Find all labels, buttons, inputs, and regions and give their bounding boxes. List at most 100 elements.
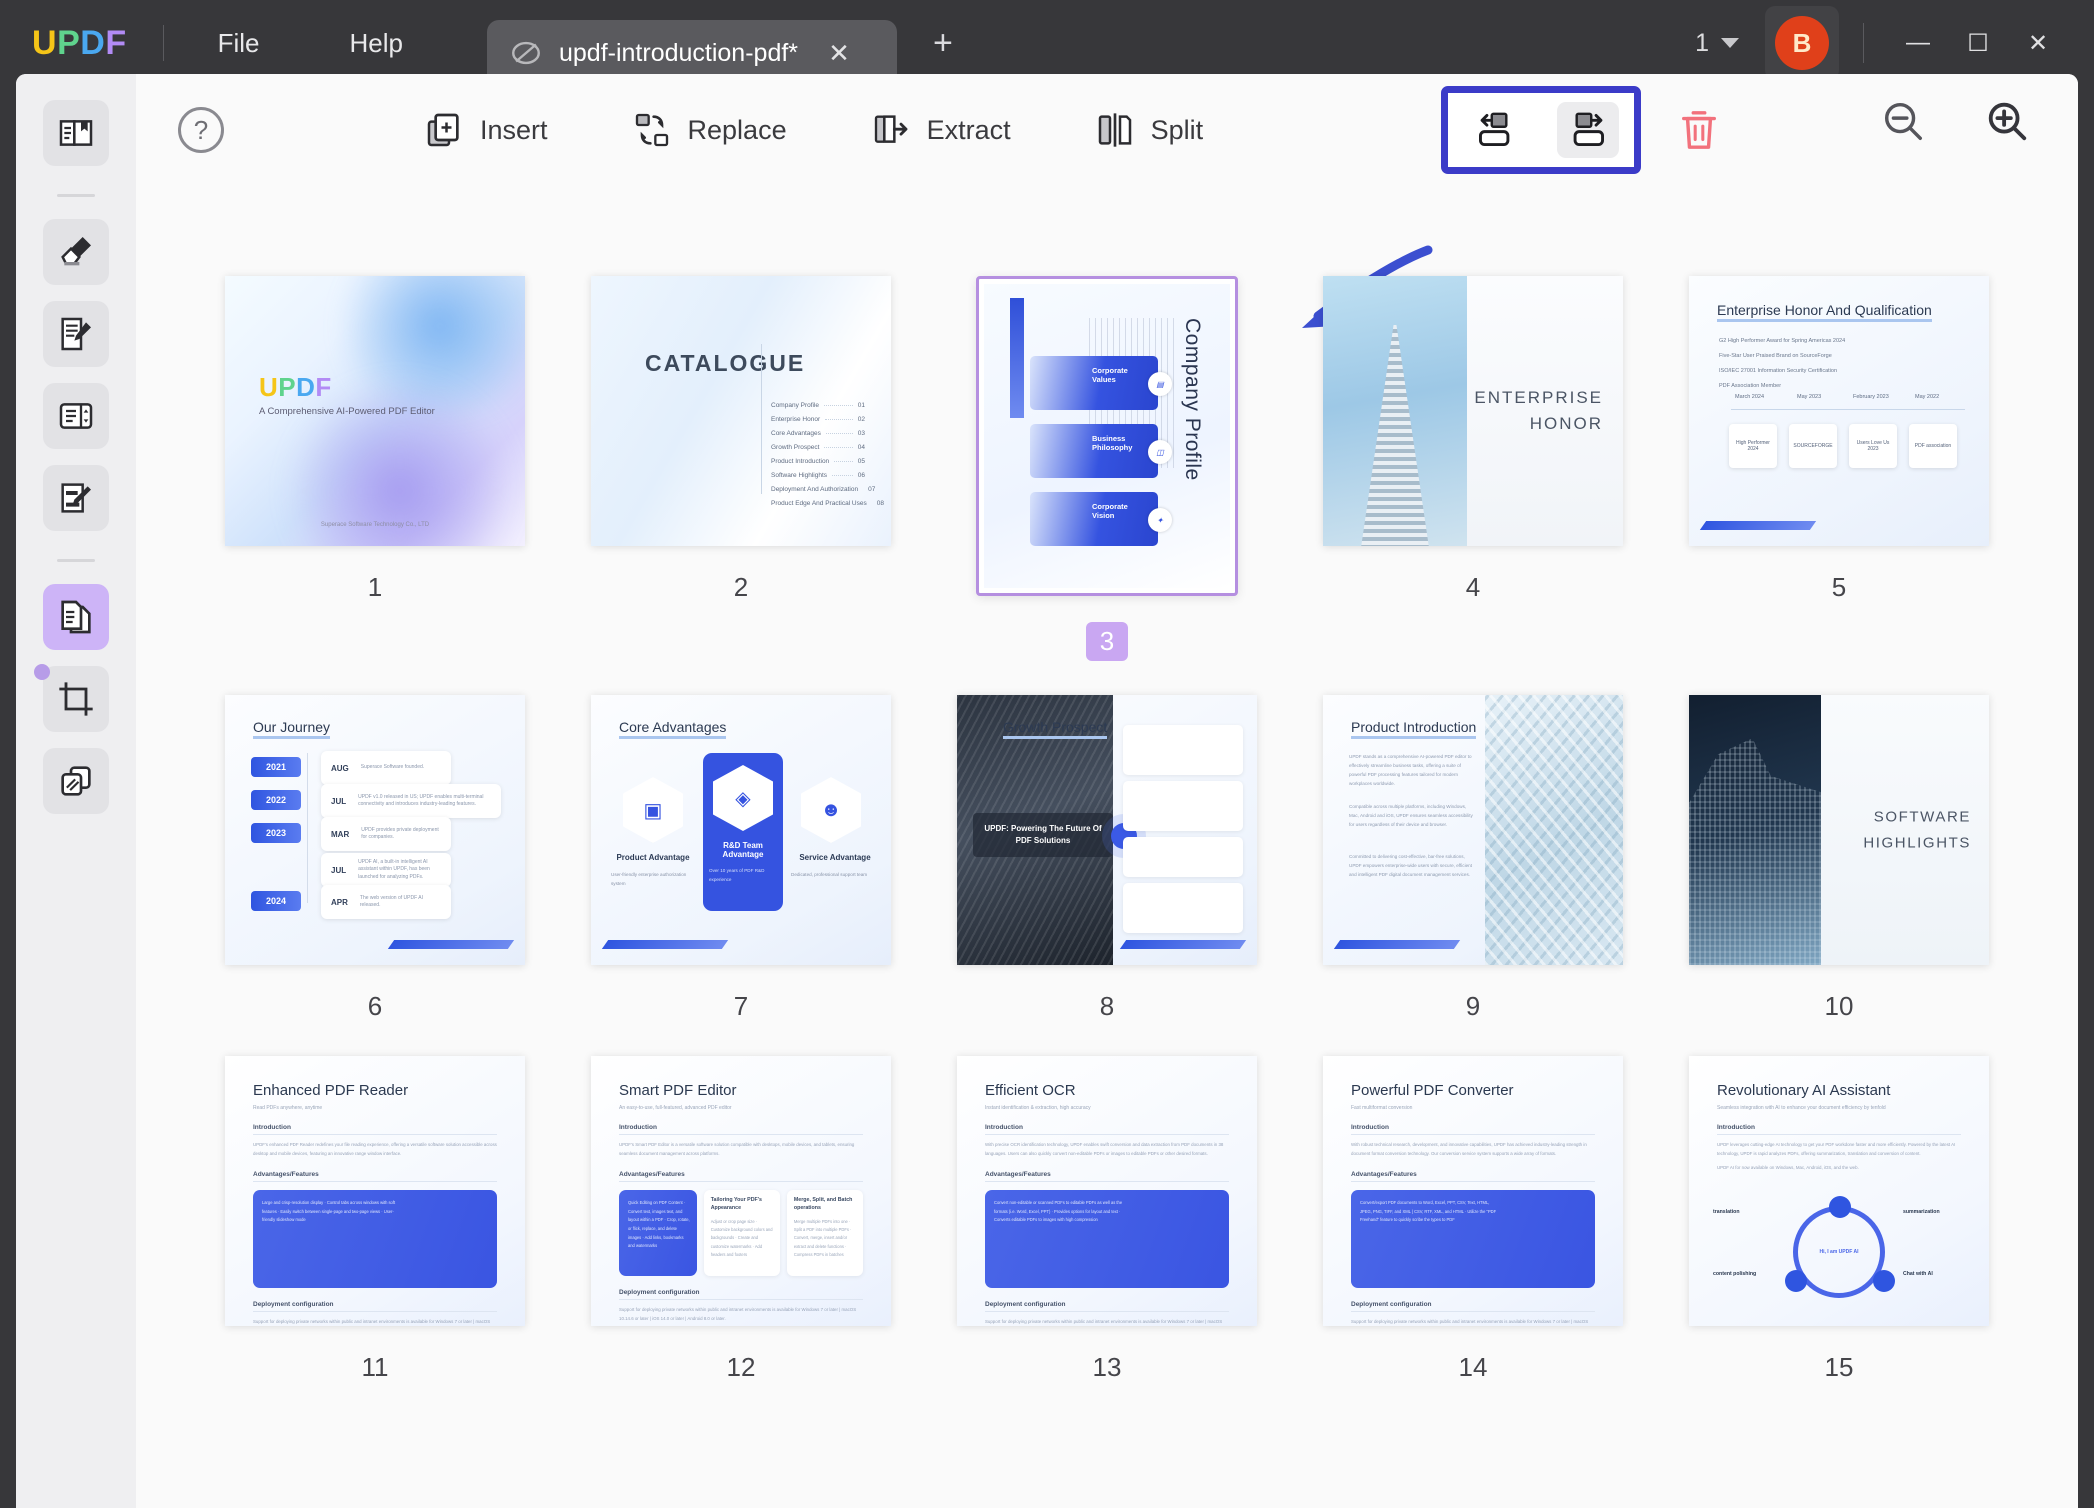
page-cell-1[interactable]: UPDF A Comprehensive AI-Powered PDF Edit… — [225, 276, 525, 661]
toc-label: Growth Prospect — [771, 444, 820, 451]
page-thumbnail-15[interactable]: Revolutionary AI Assistant Seamless inte… — [1689, 1056, 1989, 1326]
page-cell-2[interactable]: CATALOGUE Company Profile 01 Enterprise H… — [591, 276, 891, 661]
journey-year: 2022 — [251, 790, 301, 810]
page-thumbnail-10[interactable]: SOFTWARE HIGHLIGHTS — [1689, 695, 1989, 965]
page-thumbnail-6[interactable]: Our Journey 2021 AUG Superace Software f… — [225, 695, 525, 965]
page-thumbnail-7[interactable]: Core Advantages ▣ ◈ ☻ Product Advantage … — [591, 695, 891, 965]
page-thumbnail-5[interactable]: Enterprise Honor And Qualification G2 Hi… — [1689, 276, 1989, 546]
thumbnail-row: UPDF A Comprehensive AI-Powered PDF Edit… — [136, 276, 2078, 661]
replace-button[interactable]: Replace — [632, 110, 787, 150]
doc-feature-panel: Large and crisp-resolution display · Con… — [253, 1190, 497, 1289]
sidebar-item-annotate[interactable] — [43, 219, 109, 285]
split-button[interactable]: Split — [1095, 110, 1203, 150]
sidebar-item-sign[interactable] — [43, 465, 109, 531]
journey-year: 2024 — [251, 891, 301, 911]
doc-feature-bullets: Large and crisp-resolution display · Con… — [262, 1200, 396, 1223]
rotate-right-button[interactable] — [1556, 102, 1619, 158]
sidebar-item-convert[interactable] — [43, 748, 109, 814]
toc-label: Deployment And Authorization — [771, 486, 859, 493]
doc-side-body: Adjust or crop page size · Customize bac… — [710, 1219, 773, 1257]
doc-side-card: Merge, Split, and Batch operations Merge… — [786, 1190, 863, 1277]
page-cell-11[interactable]: Enhanced PDF Reader Read PDFs anywhere, … — [225, 1056, 525, 1383]
insert-label: Insert — [480, 114, 548, 145]
page-thumbnail-9[interactable]: Product Introduction UPDF stands as a co… — [1323, 695, 1623, 965]
thumbnail-frame: UPDF A Comprehensive AI-Powered PDF Edit… — [225, 276, 525, 546]
doc-section-heading: Deployment configuration — [253, 1301, 497, 1313]
close-window-button[interactable]: ✕ — [2008, 16, 2068, 70]
zoom-in-icon[interactable] — [1984, 98, 2030, 144]
page-thumbnail-14[interactable]: Powerful PDF Converter Fast multiformat … — [1323, 1056, 1623, 1326]
page-cell-3[interactable]: Company Profile Corporate Values ▤ Busin… — [957, 276, 1257, 661]
delete-pages-button[interactable] — [1671, 102, 1727, 158]
extract-button[interactable]: Extract — [871, 110, 1011, 150]
hq-title: Enterprise Honor And Qualification — [1717, 302, 1932, 322]
doc-paragraph: Support for deploying private networks w… — [619, 1307, 857, 1321]
insert-page-icon — [427, 113, 459, 147]
toc-page: 04 — [857, 444, 865, 451]
page-thumbnail-4[interactable]: ENTERPRISE HONOR — [1323, 276, 1623, 546]
window-count-dropdown[interactable]: 1 — [1695, 29, 1739, 58]
sidebar-item-organize-pages[interactable] — [43, 584, 109, 650]
ai-label-translation: translation — [1713, 1208, 1779, 1218]
page-thumbnail-12[interactable]: Smart PDF Editor An easy-to-use, full-fe… — [591, 1056, 891, 1326]
profile-card-icon: ◫ — [1148, 440, 1172, 464]
page-cell-9[interactable]: Product Introduction UPDF stands as a co… — [1323, 695, 1623, 1022]
hq-bullet: Five-Star User Praised Brand on SourceFo… — [1719, 353, 1832, 359]
page-thumbnail-11[interactable]: Enhanced PDF Reader Read PDFs anywhere, … — [225, 1056, 525, 1326]
page-thumbnail-1[interactable]: UPDF A Comprehensive AI-Powered PDF Edit… — [225, 276, 525, 546]
toc-dots — [824, 405, 853, 406]
growth-card — [1123, 725, 1243, 775]
zoom-out-icon[interactable] — [1880, 98, 1926, 144]
journey-spine — [307, 753, 308, 903]
left-sidebar — [16, 74, 136, 1508]
list-item: Company Profile 01 — [771, 402, 865, 409]
page-cell-7[interactable]: Core Advantages ▣ ◈ ☻ Product Advantage … — [591, 695, 891, 1022]
page-cell-8[interactable]: Growth Prospect UPDF: Powering The Futur… — [957, 695, 1257, 1022]
page-thumbnail-8[interactable]: Growth Prospect UPDF: Powering The Futur… — [957, 695, 1257, 965]
journey-card: AUG Superace Software founded. — [321, 751, 451, 785]
menu-help[interactable]: Help — [322, 20, 431, 67]
product-intro-paragraph: UPDF stands as a comprehensive AI-powere… — [1349, 754, 1472, 786]
thumbnail-frame: Core Advantages ▣ ◈ ☻ Product Advantage … — [591, 695, 891, 965]
page-cell-10[interactable]: SOFTWARE HIGHLIGHTS 10 — [1689, 695, 1989, 1022]
maximize-button[interactable]: ☐ — [1948, 16, 2008, 70]
close-tab-icon[interactable]: ✕ — [822, 36, 856, 70]
toc-label: Software Highlights — [771, 472, 827, 479]
sidebar-resize-handle[interactable] — [34, 664, 50, 680]
page-thumbnail-3[interactable]: Company Profile Corporate Values ▤ Busin… — [984, 284, 1230, 588]
insert-button[interactable]: Insert — [424, 110, 548, 150]
new-tab-icon[interactable]: + — [923, 23, 963, 63]
menu-file[interactable]: File — [190, 20, 288, 67]
window-count-value: 1 — [1695, 28, 1709, 57]
doc-paragraph: With precise OCR identification technolo… — [985, 1142, 1224, 1156]
doc-subtitle: Read PDFs anywhere, anytime — [253, 1105, 323, 1111]
ai-node-left — [1785, 1270, 1807, 1292]
page-cell-13[interactable]: Efficient OCR Instant identification & e… — [957, 1056, 1257, 1383]
minimize-button[interactable]: — — [1888, 16, 1948, 70]
page-number-11: 11 — [361, 1352, 389, 1382]
help-icon[interactable]: ? — [178, 107, 224, 153]
page-cell-15[interactable]: Revolutionary AI Assistant Seamless inte… — [1689, 1056, 1989, 1383]
sidebar-item-crop[interactable] — [43, 666, 109, 732]
doc-title: Smart PDF Editor — [619, 1082, 737, 1099]
page-thumbnail-13[interactable]: Efficient OCR Instant identification & e… — [957, 1056, 1257, 1326]
journey-text: The web version of UPDF AI released. — [359, 894, 423, 909]
rotate-left-button[interactable] — [1464, 102, 1526, 158]
account-button[interactable]: B — [1765, 6, 1839, 80]
doc-feature-panel: Convert non-editable or scanned PDFs to … — [985, 1190, 1229, 1289]
page-thumbnail-2[interactable]: CATALOGUE Company Profile 01 Enterprise H… — [591, 276, 891, 546]
page-cell-6[interactable]: Our Journey 2021 AUG Superace Software f… — [225, 695, 525, 1022]
rotate-right-icon — [1573, 112, 1604, 146]
page-cell-5[interactable]: Enterprise Honor And Qualification G2 Hi… — [1689, 276, 1989, 661]
sidebar-item-reader[interactable] — [43, 100, 109, 166]
page-cell-14[interactable]: Powerful PDF Converter Fast multiformat … — [1323, 1056, 1623, 1383]
sign-pen-icon — [61, 483, 91, 513]
hq-date: May 2022 — [1915, 394, 1940, 400]
page-cell-4[interactable]: ENTERPRISE HONOR 4 — [1323, 276, 1623, 661]
sidebar-item-edit-pdf[interactable] — [43, 383, 109, 449]
doc-title: Enhanced PDF Reader — [253, 1082, 409, 1099]
hq-date: March 2024 — [1735, 394, 1765, 400]
page-cell-12[interactable]: Smart PDF Editor An easy-to-use, full-fe… — [591, 1056, 891, 1383]
ai-node-top — [1829, 1196, 1851, 1218]
sidebar-item-comment[interactable] — [43, 301, 109, 367]
